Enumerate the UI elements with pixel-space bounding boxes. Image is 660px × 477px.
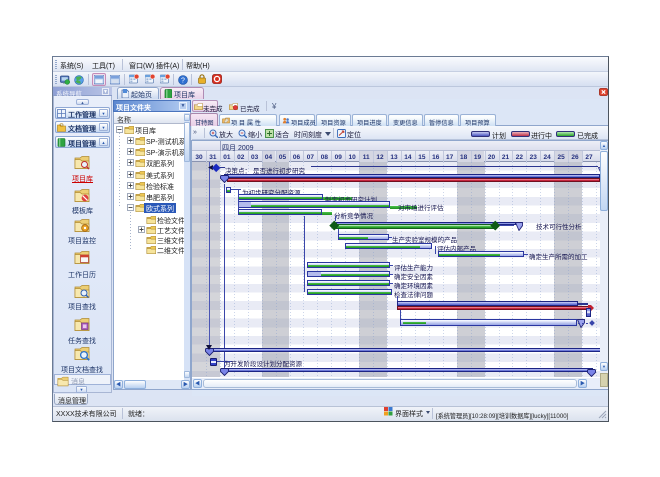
svg-text:?: ? <box>181 78 185 85</box>
